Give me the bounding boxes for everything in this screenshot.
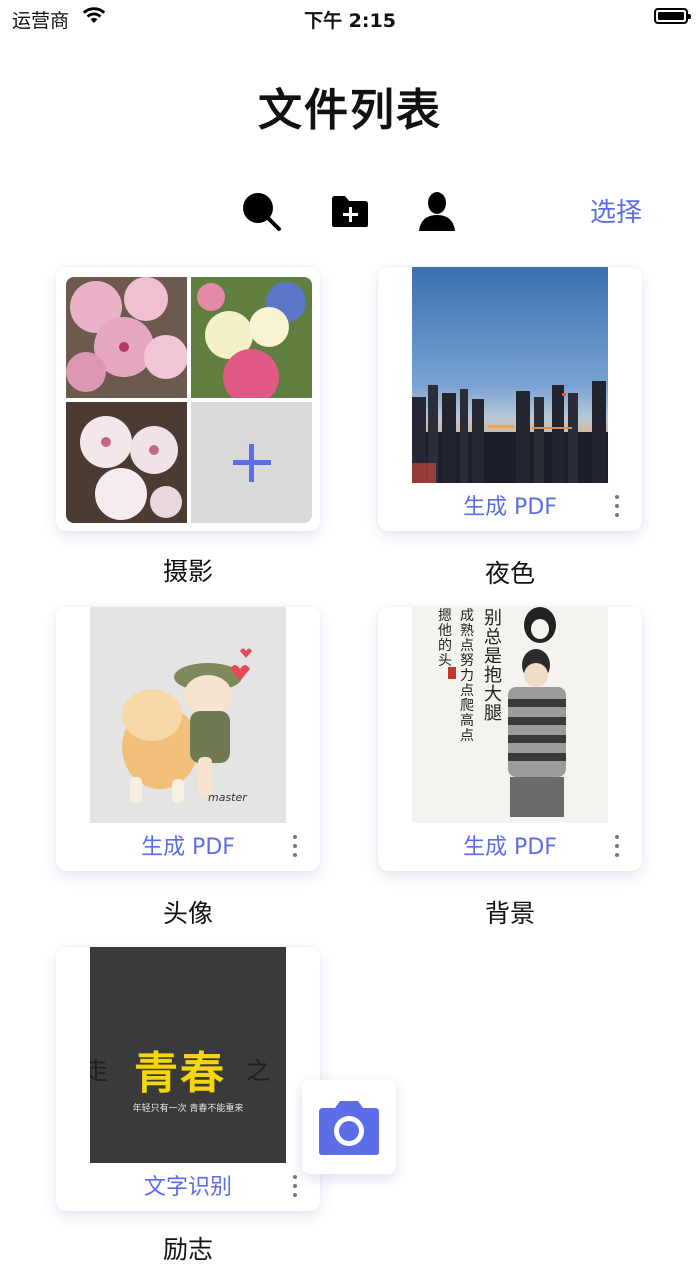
folder-thumbnail: 别总是抱大腿 成熟点努力点爬高点 摁他的头	[412, 607, 608, 823]
new-folder-icon	[332, 196, 368, 227]
folder-card-avatar[interactable]: master 生成 PDF	[56, 607, 320, 871]
user-icon	[419, 192, 455, 231]
battery-icon	[654, 8, 691, 24]
folder-thumbnail: master	[90, 607, 286, 823]
more-icon[interactable]	[292, 1175, 298, 1197]
generate-pdf-button[interactable]: 生成 PDF	[90, 829, 286, 861]
artist-signature: master	[208, 791, 247, 804]
youth-side-text: 之	[246, 1057, 270, 1085]
camera-button[interactable]	[302, 1080, 396, 1174]
folder-name: 夜色	[484, 559, 535, 588]
photo-thumbnail[interactable]	[66, 277, 187, 398]
search-icon	[243, 193, 281, 231]
wallpaper-text: 摁他的头	[438, 608, 452, 669]
select-button[interactable]: 选择	[590, 192, 642, 229]
account-button[interactable]	[416, 190, 458, 232]
wallpaper-text: 别总是抱大腿	[484, 608, 502, 724]
add-photo-button[interactable]	[191, 402, 312, 523]
photo-thumbnail[interactable]	[191, 277, 312, 398]
youth-caption: 年轻只有一次 青春不能重来	[132, 1104, 244, 1114]
folder-card-inspiration[interactable]: 走 青春 之 年轻只有一次 青春不能重来 文字识别	[56, 947, 320, 1211]
plus-icon	[233, 444, 271, 482]
search-button[interactable]	[240, 190, 282, 232]
folder-card-night[interactable]: 生成 PDF	[378, 267, 642, 531]
wallpaper-text: 成熟点努力点爬高点	[460, 608, 474, 744]
more-icon[interactable]	[614, 495, 620, 517]
youth-side-text: 走	[90, 1057, 108, 1085]
folder-card-photography[interactable]	[56, 267, 320, 531]
folder-name: 背景	[484, 899, 535, 928]
youth-title: 青春	[134, 1048, 226, 1099]
page-title: 文件列表	[258, 85, 442, 136]
new-folder-button[interactable]	[329, 190, 371, 232]
status-bar: 运营商 下午 2:15	[0, 0, 700, 36]
more-icon[interactable]	[292, 835, 298, 857]
text-recognition-button[interactable]: 文字识别	[90, 1169, 286, 1201]
more-icon[interactable]	[614, 835, 620, 857]
status-time: 下午 2:15	[304, 10, 396, 32]
folder-name: 头像	[162, 899, 213, 928]
camera-icon	[319, 1101, 379, 1155]
folder-name: 摄影	[162, 557, 213, 586]
folder-thumbnail: 走 青春 之 年轻只有一次 青春不能重来	[90, 947, 286, 1163]
photo-thumbnail[interactable]	[66, 402, 187, 523]
folder-card-background[interactable]: 别总是抱大腿 成熟点努力点爬高点 摁他的头 生成 PDF	[378, 607, 642, 871]
generate-pdf-button[interactable]: 生成 PDF	[412, 829, 608, 861]
photo-grid	[66, 277, 312, 523]
folder-thumbnail	[412, 267, 608, 483]
folder-name: 励志	[162, 1235, 213, 1264]
generate-pdf-button[interactable]: 生成 PDF	[412, 489, 608, 521]
